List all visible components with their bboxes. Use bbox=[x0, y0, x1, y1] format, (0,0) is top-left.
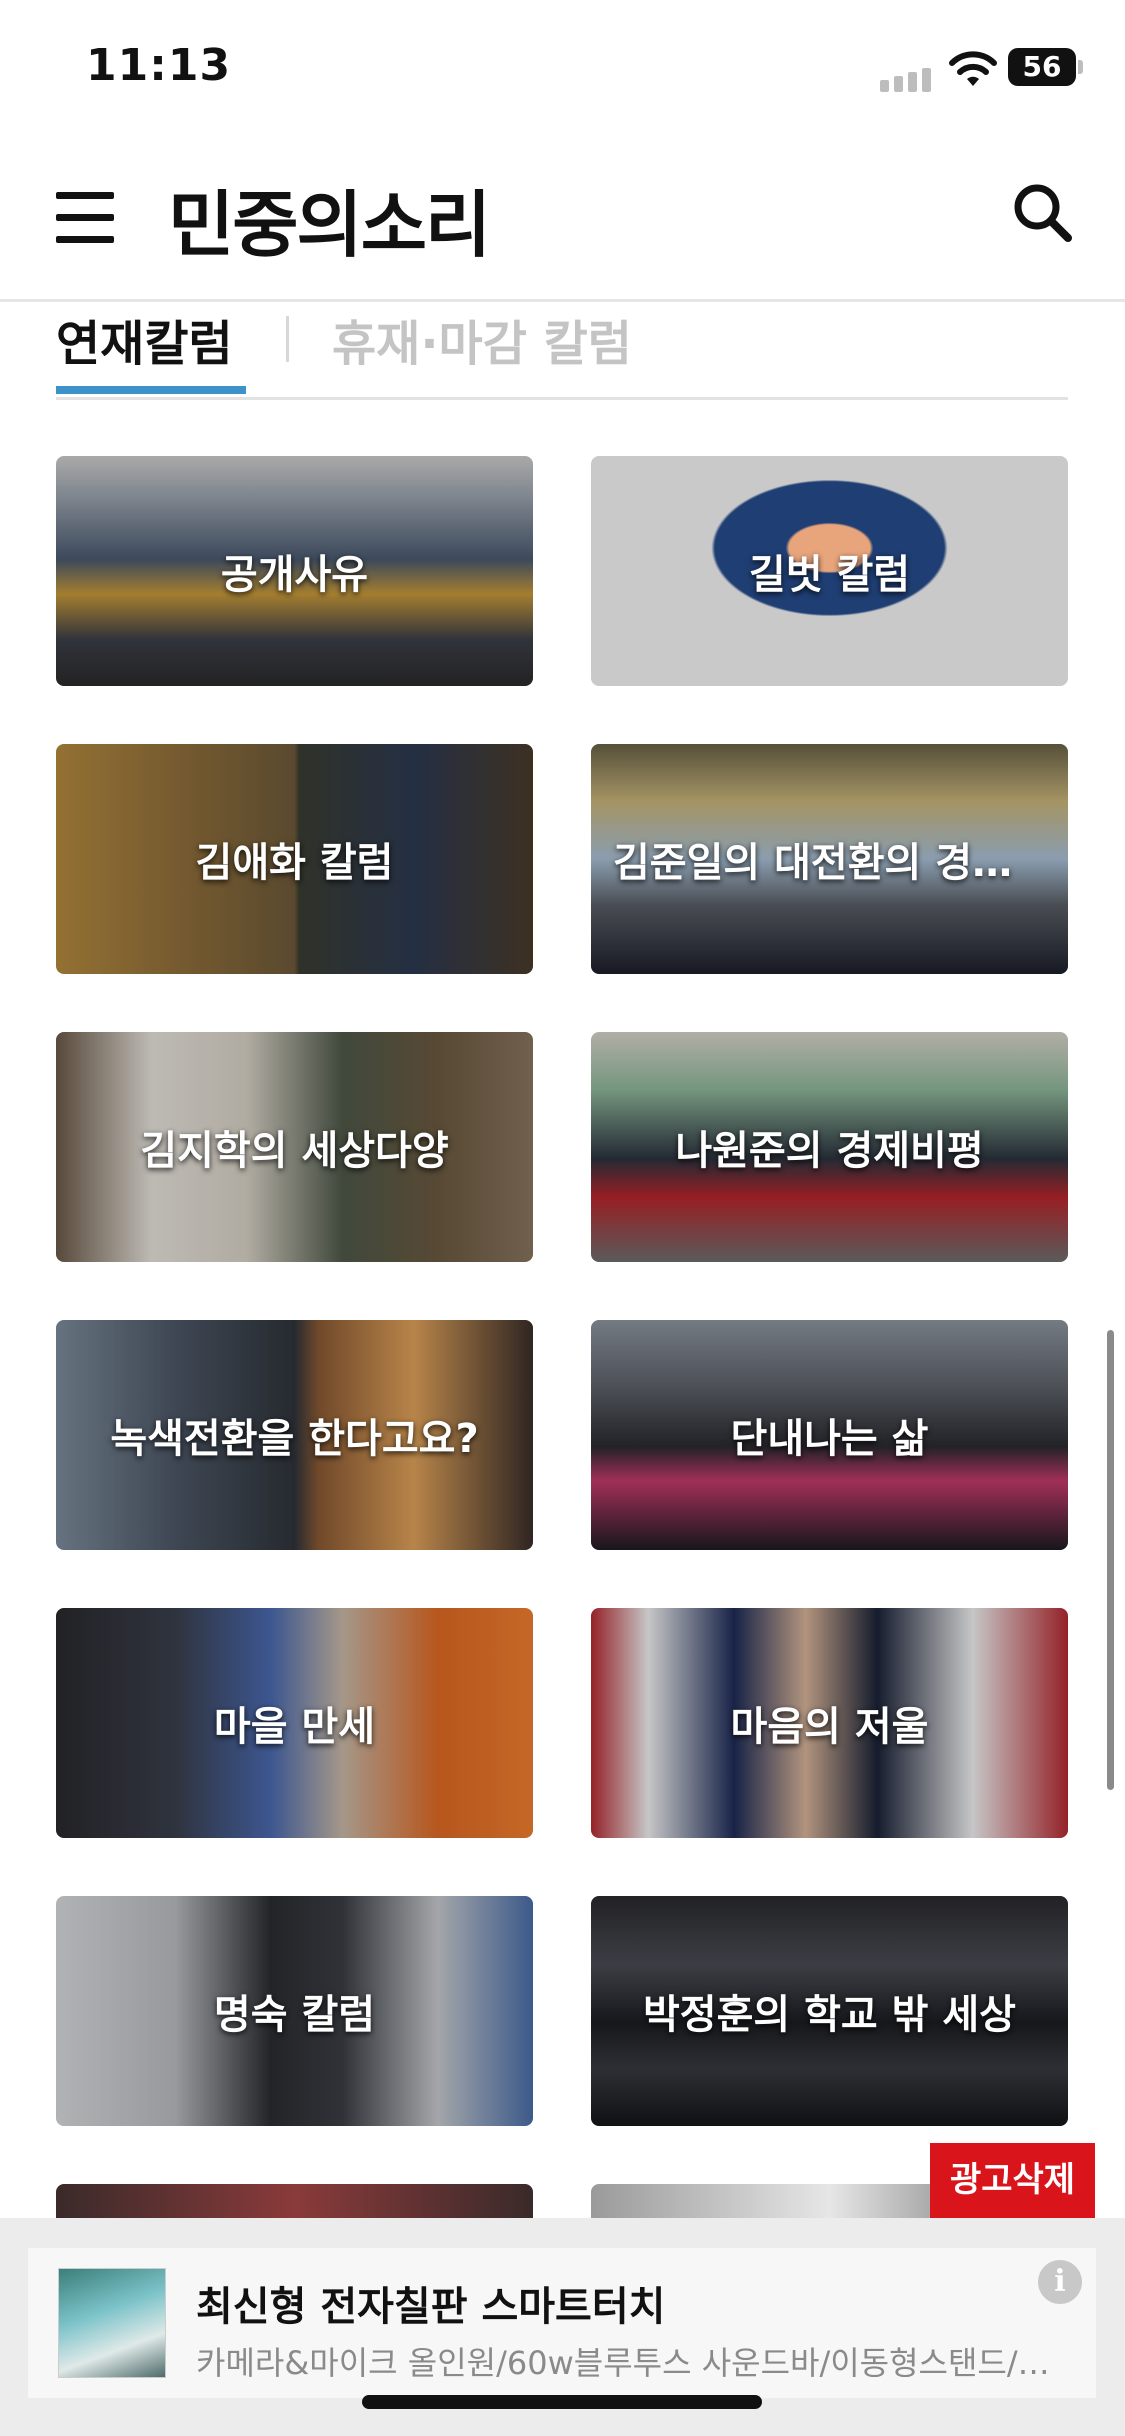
column-card[interactable]: 마을 만세 bbox=[56, 1608, 533, 1838]
column-card[interactable]: 마음의 저울 bbox=[591, 1608, 1068, 1838]
column-title: 명숙 칼럼 bbox=[213, 1992, 376, 2038]
status-bar: 11:13 56 bbox=[0, 0, 1125, 140]
column-card[interactable]: 김지학의 세상다양 bbox=[56, 1032, 533, 1262]
column-title: 마을 만세 bbox=[213, 1704, 376, 1750]
ad-title: 최신형 전자칠판 스마트터치 bbox=[196, 2284, 666, 2330]
column-card[interactable]: 박정훈의 학교 밖 세상 bbox=[591, 1896, 1068, 2126]
tab-divider bbox=[286, 316, 289, 362]
status-time: 11:13 bbox=[86, 40, 232, 91]
tab-ended-columns[interactable]: 휴재·마감 칼럼 bbox=[332, 304, 632, 374]
column-card[interactable]: 명숙 칼럼 bbox=[56, 1896, 533, 2126]
column-title: 녹색전환을 한다고요? bbox=[110, 1416, 479, 1462]
ad-thumbnail bbox=[58, 2268, 166, 2378]
site-logo[interactable]: 민중의소리 bbox=[168, 166, 491, 271]
column-card[interactable]: 단내나는 삶 bbox=[591, 1320, 1068, 1550]
column-title: 마음의 저울 bbox=[730, 1704, 929, 1750]
cellular-signal-icon bbox=[880, 68, 931, 92]
tab-serial-columns[interactable]: 연재칼럼 bbox=[56, 304, 233, 374]
column-title: 나원준의 경제비평 bbox=[675, 1128, 984, 1174]
column-title: 박정훈의 학교 밖 세상 bbox=[643, 1992, 1016, 2038]
column-title: 단내나는 삶 bbox=[730, 1416, 929, 1462]
active-tab-indicator bbox=[56, 386, 246, 394]
column-card[interactable]: 김애화 칼럼 bbox=[56, 744, 533, 974]
column-card-partial[interactable] bbox=[56, 2184, 533, 2218]
info-icon[interactable]: i bbox=[1038, 2260, 1082, 2304]
menu-button[interactable] bbox=[56, 192, 114, 244]
wifi-icon bbox=[949, 51, 997, 86]
search-icon[interactable] bbox=[1010, 180, 1074, 244]
app-header: 민중의소리 bbox=[0, 140, 1125, 302]
column-title: 김애화 칼럼 bbox=[195, 840, 394, 886]
column-title: 공개사유 bbox=[220, 552, 369, 598]
ad-description: 카메라&마이크 올인원/60w블루투스 사운드바/이동형스탠드/무… bbox=[196, 2344, 1076, 2382]
column-card[interactable]: 길벗 칼럼 bbox=[591, 456, 1068, 686]
column-title: 김준일의 대전환의 경제... bbox=[613, 840, 1055, 886]
column-thumbnail bbox=[56, 2184, 533, 2218]
column-card[interactable]: 공개사유 bbox=[56, 456, 533, 686]
column-card[interactable]: 김준일의 대전환의 경제... bbox=[591, 744, 1068, 974]
column-card[interactable]: 녹색전환을 한다고요? bbox=[56, 1320, 533, 1550]
ad-link[interactable]: 최신형 전자칠판 스마트터치 카메라&마이크 올인원/60w블루투스 사운드바/… bbox=[28, 2248, 1096, 2398]
scrollbar[interactable] bbox=[1107, 1330, 1114, 1790]
column-tabs: 연재칼럼 휴재·마감 칼럼 bbox=[56, 300, 1068, 400]
home-indicator bbox=[362, 2395, 762, 2409]
battery-indicator: 56 bbox=[1008, 48, 1076, 86]
column-card[interactable]: 나원준의 경제비평 bbox=[591, 1032, 1068, 1262]
column-title: 김지학의 세상다양 bbox=[140, 1128, 449, 1174]
battery-cap bbox=[1078, 60, 1083, 74]
column-title: 길벗 칼럼 bbox=[748, 552, 911, 598]
ad-delete-button[interactable]: 광고삭제 bbox=[930, 2143, 1095, 2218]
